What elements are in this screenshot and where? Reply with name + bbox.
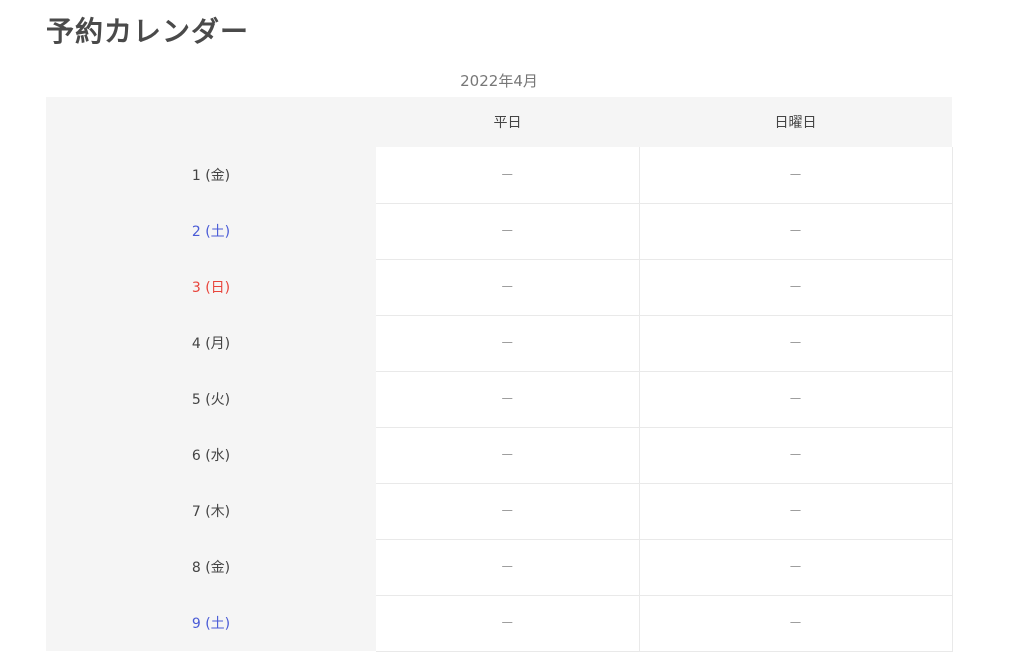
column-header-date: [46, 97, 376, 147]
table-row: 4 (月) － －: [46, 315, 953, 372]
weekday-slot-cell: －: [376, 371, 640, 428]
weekday-slot-cell: －: [376, 147, 640, 204]
page-title: 予約カレンダー: [46, 15, 250, 48]
sunday-slot-cell: －: [639, 483, 953, 540]
table-row: 7 (木) － －: [46, 483, 953, 540]
table-row: 8 (金) － －: [46, 539, 953, 596]
day-label: 3 (日): [46, 259, 376, 315]
weekday-slot-cell: －: [376, 203, 640, 260]
reservation-calendar-table: 平日 日曜日 1 (金) － － 2 (土) － － 3 (日) － － 4 (…: [46, 97, 953, 652]
table-row: 1 (金) － －: [46, 147, 953, 204]
weekday-slot-cell: －: [376, 315, 640, 372]
calendar-body: 1 (金) － － 2 (土) － － 3 (日) － － 4 (月) － － …: [46, 147, 953, 652]
day-label: 2 (土): [46, 203, 376, 259]
weekday-slot-cell: －: [376, 259, 640, 316]
day-label: 4 (月): [46, 315, 376, 371]
table-row: 3 (日) － －: [46, 259, 953, 316]
table-row: 5 (火) － －: [46, 371, 953, 428]
day-label: 7 (木): [46, 483, 376, 539]
column-header-sunday: 日曜日: [639, 97, 952, 147]
sunday-slot-cell: －: [639, 147, 953, 204]
sunday-slot-cell: －: [639, 371, 953, 428]
sunday-slot-cell: －: [639, 427, 953, 484]
sunday-slot-cell: －: [639, 595, 953, 652]
weekday-slot-cell: －: [376, 483, 640, 540]
table-row: 9 (土) － －: [46, 595, 953, 652]
day-label: 6 (水): [46, 427, 376, 483]
calendar-header: 平日 日曜日: [46, 97, 952, 147]
day-label: 8 (金): [46, 539, 376, 595]
sunday-slot-cell: －: [639, 259, 953, 316]
weekday-slot-cell: －: [376, 595, 640, 652]
table-row: 6 (水) － －: [46, 427, 953, 484]
day-label: 1 (金): [46, 147, 376, 203]
day-label: 5 (火): [46, 371, 376, 427]
day-label: 9 (土): [46, 595, 376, 651]
sunday-slot-cell: －: [639, 539, 953, 596]
column-header-weekday: 平日: [376, 97, 639, 147]
sunday-slot-cell: －: [639, 315, 953, 372]
sunday-slot-cell: －: [639, 203, 953, 260]
table-row: 2 (土) － －: [46, 203, 953, 260]
weekday-slot-cell: －: [376, 427, 640, 484]
month-caption: 2022年4月: [460, 72, 538, 90]
weekday-slot-cell: －: [376, 539, 640, 596]
calendar-header-row: 平日 日曜日: [46, 97, 952, 147]
